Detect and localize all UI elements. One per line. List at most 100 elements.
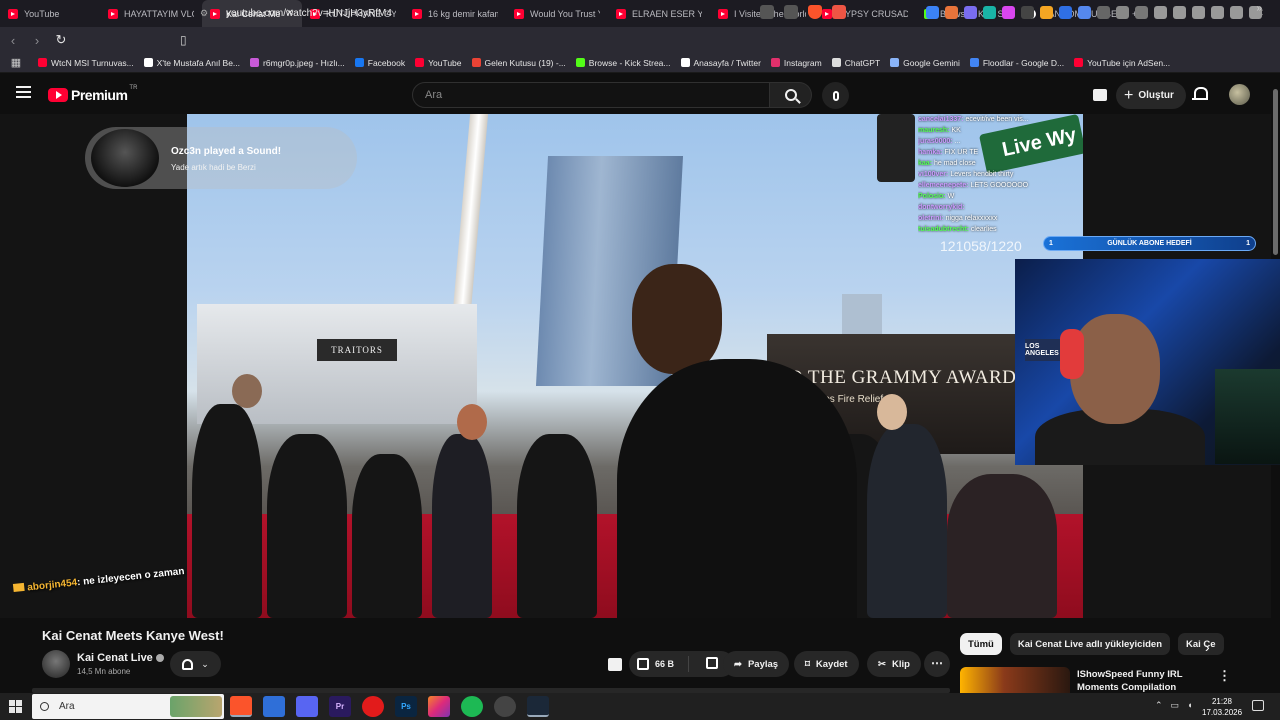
steam-app-icon[interactable] — [527, 696, 549, 717]
bookmark-item[interactable]: WtcN MSI Turnuvas... — [38, 58, 134, 68]
extension-3-icon[interactable] — [964, 6, 977, 19]
instagram-app-icon[interactable] — [428, 696, 450, 717]
forward-icon[interactable]: › — [26, 29, 48, 51]
page-scrollbar[interactable] — [1271, 87, 1280, 257]
downloads-icon[interactable] — [1135, 6, 1148, 19]
bookmark-item[interactable]: Instagram — [770, 58, 822, 68]
browser-tab[interactable]: YouTube — [0, 0, 100, 27]
extension-8-icon[interactable] — [1059, 6, 1072, 19]
create-button[interactable]: + Oluştur — [1116, 82, 1186, 109]
recommended-more-icon[interactable]: ⋮ — [1218, 668, 1231, 684]
chat-line: tuisadubtrecht: clearlies — [918, 224, 1083, 235]
brave-shields-icon[interactable] — [808, 5, 822, 19]
bookmark-item[interactable]: Facebook — [354, 58, 405, 68]
windows-start-icon[interactable] — [9, 700, 22, 713]
brave-app-icon[interactable] — [230, 696, 252, 717]
bookmark-favicon-icon — [831, 58, 841, 67]
sidebar-icon[interactable] — [1173, 6, 1186, 19]
clip-button[interactable]: ✂ Klip — [867, 651, 921, 677]
leo-ai-icon[interactable] — [1211, 6, 1224, 19]
extension-5-icon[interactable] — [1002, 6, 1015, 19]
bookmark-item[interactable]: Google Gemini — [890, 58, 960, 68]
back-icon[interactable]: ‹ — [2, 29, 24, 51]
bookmark-item[interactable]: Browse - Kick Strea... — [575, 58, 671, 68]
extension-1-icon[interactable] — [926, 6, 939, 19]
apps-grid-icon[interactable]: ▦ — [4, 56, 28, 69]
bookmarks-overflow-icon[interactable]: » — [1256, 3, 1262, 14]
more-actions-button[interactable]: ⋯ — [924, 651, 950, 677]
channel-name[interactable]: Kai Cenat Live — [77, 652, 164, 664]
streamer-webcam: LOS ANGELES — [1015, 259, 1280, 465]
reload-icon[interactable]: ↻ — [50, 29, 72, 51]
youtube-premium-logo[interactable]: Premium TR — [48, 85, 137, 103]
chat-line: ellemeenepete: LETS GOOOOOO — [918, 180, 1083, 191]
notifications-icon[interactable] — [1252, 700, 1264, 711]
extension-6-icon[interactable] — [1021, 6, 1034, 19]
share-button[interactable]: ➦ Paylaş — [723, 651, 790, 677]
cast-icon[interactable] — [760, 5, 774, 19]
spotify-app-icon[interactable] — [461, 696, 483, 717]
verified-icon — [155, 654, 164, 663]
app-9-icon[interactable] — [494, 696, 516, 717]
bookmark-item[interactable]: Floodlar - Google D... — [969, 58, 1064, 68]
bookmark-favicon-icon — [575, 58, 585, 67]
photoshop-app-icon[interactable]: Ps — [395, 696, 417, 717]
search-icon — [784, 89, 797, 101]
mix-icon[interactable] — [1093, 89, 1107, 101]
media-icon[interactable] — [1154, 6, 1167, 19]
subscription-bell-button[interactable]: ⌄ — [170, 651, 221, 677]
recommendation-chips: Tümü Kai Cenat Live adlı yükleyiciden Kai … — [960, 633, 1224, 655]
like-dislike-bar: 66 B — [629, 651, 734, 677]
vpn-icon[interactable] — [1230, 6, 1243, 19]
notifications-bell-icon[interactable] — [1192, 87, 1208, 101]
extension-9-icon[interactable] — [1078, 6, 1091, 19]
discord-app-icon[interactable] — [296, 696, 318, 717]
bookmark-item[interactable]: YouTube — [415, 58, 462, 68]
recommended-thumbnail[interactable] — [960, 667, 1070, 693]
search-input[interactable]: Ara — [412, 82, 770, 108]
extension-7-icon[interactable] — [1040, 6, 1053, 19]
extension-4-icon[interactable] — [983, 6, 996, 19]
bookmark-item[interactable]: YouTube için AdSen... — [1074, 58, 1170, 68]
url-field[interactable]: ⚙ youtube.com/watch?v=HNJjH3yRfM4 — [200, 3, 848, 23]
voice-search-button[interactable] — [822, 82, 849, 109]
puzzle-icon[interactable] — [1116, 6, 1129, 19]
tray-chevron-icon[interactable]: ⌃ — [1155, 700, 1163, 711]
bookmark-item[interactable]: ChatGPT — [831, 58, 880, 68]
filter-chip[interactable]: Kai Cenat Live adlı yükleyiciden — [1009, 633, 1170, 655]
chevron-right-icon[interactable]: › — [1205, 639, 1210, 655]
bookmark-page-icon[interactable]: ▯ — [180, 33, 187, 47]
hamburger-menu-icon[interactable] — [16, 86, 31, 98]
extension-10-icon[interactable] — [1097, 6, 1110, 19]
brave-rewards-icon[interactable] — [832, 5, 846, 19]
premiere-app-icon[interactable]: Pr — [329, 696, 351, 717]
chat-user: tuisadubtrecht: — [918, 226, 969, 233]
filter-chip[interactable]: Tümü — [960, 633, 1002, 655]
bookmark-favicon-icon — [143, 58, 153, 67]
like-button[interactable]: 66 B — [629, 656, 689, 672]
ask-icon[interactable] — [608, 658, 622, 671]
site-info-icon[interactable]: ⚙ — [200, 8, 212, 19]
browser-tab[interactable]: HAYATTAYIM VLOG — [100, 0, 202, 27]
bookmark-item[interactable]: Gelen Kutusu (19) -... — [471, 58, 566, 68]
bookmark-item[interactable]: r6mgr0p.jpeg - Hızlı... — [250, 58, 345, 68]
youtube-favicon-icon — [108, 8, 118, 19]
opera-app-icon[interactable] — [362, 696, 384, 717]
share-page-icon[interactable] — [784, 5, 798, 19]
filter-chip[interactable]: Kai Ce — [1178, 633, 1224, 655]
save-button[interactable]: ⌑ Kaydet — [794, 651, 859, 677]
url-text: youtube.com/watch?v=HNJjH3yRfM4 — [226, 7, 392, 19]
recommended-title[interactable]: IShowSpeed Funny IRL Moments Compilation — [1077, 668, 1207, 694]
channel-avatar[interactable] — [42, 650, 70, 678]
bookmark-item[interactable]: Anasayfa / Twitter — [680, 58, 761, 68]
account-avatar[interactable] — [1229, 84, 1250, 105]
taskbar-search[interactable]: Ara — [32, 694, 224, 719]
search-button[interactable] — [770, 82, 812, 108]
wallet-icon[interactable] — [1192, 6, 1205, 19]
app-2-icon[interactable] — [263, 696, 285, 717]
volume-icon[interactable]: ◖ — [1187, 700, 1192, 711]
network-icon[interactable]: ▭ — [1171, 700, 1180, 711]
extension-2-icon[interactable] — [945, 6, 958, 19]
taskbar-clock[interactable]: 21:28 17.03.2026 — [1202, 696, 1242, 718]
bookmark-item[interactable]: X'te Mustafa Anıl Be... — [143, 58, 240, 68]
